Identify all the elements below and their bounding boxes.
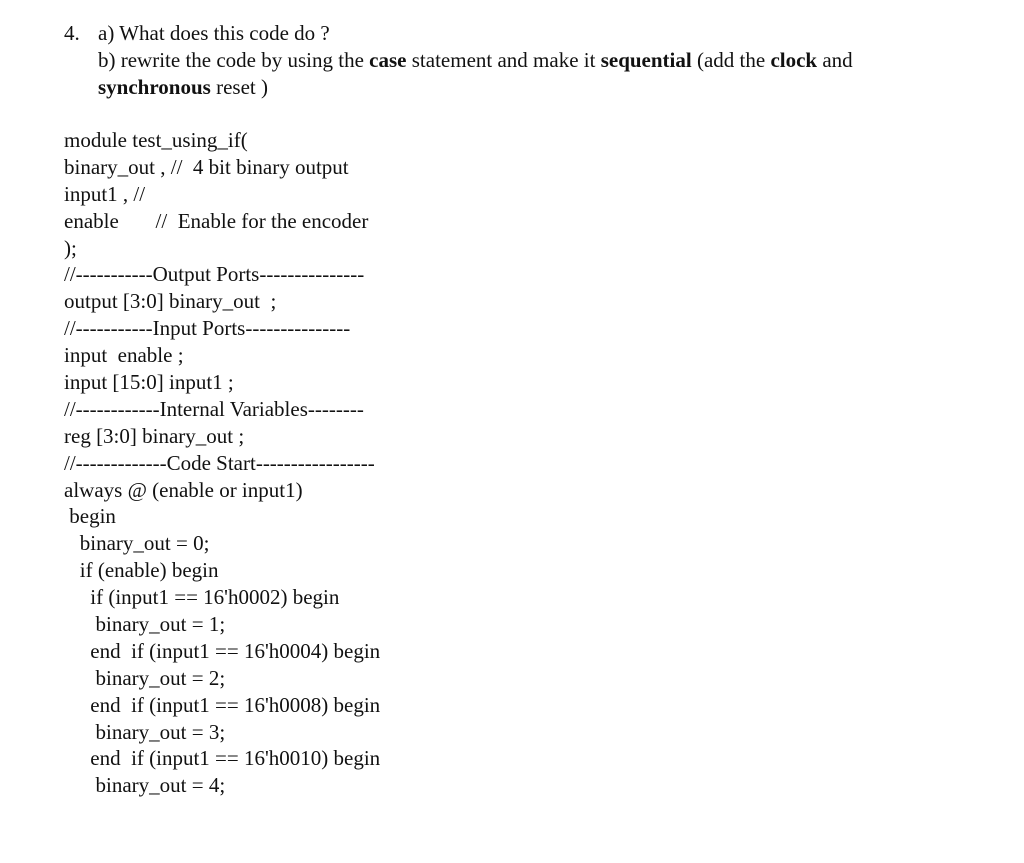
keyword-synchronous: synchronous bbox=[98, 75, 211, 99]
text-fragment: (add the bbox=[691, 48, 771, 72]
code-line: binary_out = 4; bbox=[64, 773, 226, 798]
code-line: input1 , // bbox=[64, 181, 146, 206]
code-line: output [3:0] binary_out ; bbox=[64, 289, 277, 314]
code-line: binary_out = 2; bbox=[64, 665, 226, 690]
keyword-sequential: sequential bbox=[600, 48, 692, 72]
question-block: 4. a) What does this code do ? b) rewrit… bbox=[64, 20, 998, 101]
code-line: input [15:0] input1 ; bbox=[64, 370, 234, 395]
code-line: ); bbox=[64, 235, 77, 260]
text-fragment: statement and make it bbox=[406, 48, 601, 72]
code-line: binary_out = 3; bbox=[64, 719, 226, 744]
code-line: end if (input1 == 16'h0008) begin bbox=[64, 692, 381, 717]
code-line: input enable ; bbox=[64, 343, 184, 368]
code-line: binary_out = 1; bbox=[64, 612, 226, 637]
question-row: 4. a) What does this code do ? b) rewrit… bbox=[64, 20, 998, 101]
question-part-a: a) What does this code do ? bbox=[98, 21, 330, 45]
code-line: if (input1 == 16'h0002) begin bbox=[64, 585, 340, 610]
code-line: enable // Enable for the encoder bbox=[64, 208, 369, 233]
code-line: end if (input1 == 16'h0004) begin bbox=[64, 638, 381, 663]
keyword-case: case bbox=[369, 48, 407, 72]
question-part-b-line1: b) rewrite the code by using the case st… bbox=[98, 47, 998, 74]
code-line: if (enable) begin bbox=[64, 558, 219, 583]
code-line: always @ (enable or input1) bbox=[64, 477, 303, 502]
code-line: end if (input1 == 16'h0010) begin bbox=[64, 746, 381, 771]
keyword-clock: clock bbox=[770, 48, 818, 72]
question-body: a) What does this code do ? b) rewrite t… bbox=[98, 20, 998, 101]
text-fragment: reset ) bbox=[210, 75, 268, 99]
code-line: reg [3:0] binary_out ; bbox=[64, 423, 245, 448]
code-line: //-------------Code Start---------------… bbox=[64, 450, 375, 475]
question-part-b-line2: synchronous reset ) bbox=[98, 74, 998, 101]
question-number: 4. bbox=[64, 21, 80, 45]
code-line: binary_out = 0; bbox=[64, 531, 210, 556]
text-fragment: b) rewrite the code by using the bbox=[98, 48, 370, 72]
text-fragment: and bbox=[817, 48, 853, 72]
code-line: //-----------Input Ports--------------- bbox=[64, 316, 351, 341]
code-line: binary_out , // 4 bit binary output bbox=[64, 154, 349, 179]
verilog-code-block: module test_using_if(binary_out , // 4 b… bbox=[64, 127, 380, 799]
code-line: module test_using_if( bbox=[64, 128, 248, 152]
code-line: //------------Internal Variables-------- bbox=[64, 396, 364, 421]
code-line: //-----------Output Ports--------------- bbox=[64, 262, 365, 287]
code-line: begin bbox=[64, 504, 116, 529]
